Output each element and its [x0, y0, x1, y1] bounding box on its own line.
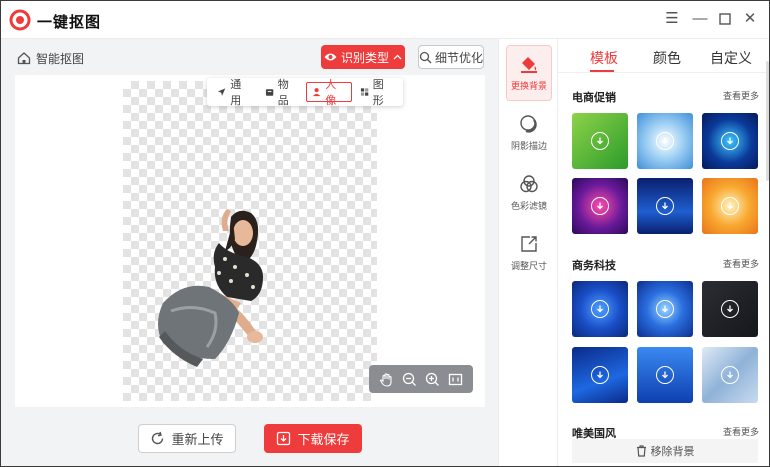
template-thumb[interactable] — [702, 178, 758, 234]
template-thumb[interactable] — [637, 347, 693, 403]
zoom-toolbar — [369, 365, 473, 393]
paint-bucket-icon — [521, 57, 537, 73]
eye-icon — [324, 53, 337, 61]
panel-tabs: 模板 颜色 自定义 — [558, 39, 769, 73]
template-thumb[interactable] — [637, 178, 693, 234]
tool-resize[interactable]: 调整尺寸 — [506, 225, 552, 281]
type-object-label: 物品 — [277, 79, 289, 107]
download-icon — [591, 132, 609, 150]
section-title-business-tech: 商务科技 — [572, 260, 616, 272]
template-thumb[interactable] — [572, 281, 628, 337]
type-general[interactable]: 通用 — [211, 79, 257, 107]
title-bar: 一键抠图 ☰ — ✕ — [1, 1, 769, 39]
fit-screen-icon[interactable] — [447, 370, 465, 388]
type-object[interactable]: 物品 — [259, 79, 305, 107]
download-icon — [721, 300, 739, 318]
home-link[interactable]: 智能抠图 — [17, 49, 84, 67]
view-more-ecommerce[interactable]: 查看更多 — [723, 89, 759, 102]
shadow-icon — [520, 115, 537, 133]
download-icon — [721, 366, 739, 384]
zoom-out-icon[interactable] — [401, 370, 419, 388]
home-link-label: 智能抠图 — [36, 51, 85, 66]
template-thumb[interactable] — [572, 113, 628, 169]
template-thumb[interactable] — [572, 347, 628, 403]
download-icon — [721, 197, 739, 215]
detail-optimize-button[interactable]: 细节优化 — [418, 45, 484, 69]
person-icon — [312, 88, 321, 97]
download-icon — [656, 366, 674, 384]
type-graphic-label: 图形 — [372, 79, 384, 107]
download-icon — [656, 132, 674, 150]
cutout-person-image — [158, 209, 263, 367]
magnifier-icon — [419, 51, 432, 63]
tool-column: 更换背景 阴影描边 色彩滤镜 调整尺寸 — [498, 39, 558, 466]
tab-color[interactable]: 颜色 — [653, 48, 681, 68]
detail-optimize-label: 细节优化 — [435, 50, 484, 65]
tool-color-filter-label: 色彩滤镜 — [510, 201, 547, 211]
download-icon — [591, 300, 609, 318]
template-panel: 模板 颜色 自定义 电商促销 查看更多 商务科技 查看更多 唯美国风 查看更多 … — [558, 39, 769, 466]
template-thumb[interactable] — [637, 113, 693, 169]
app-title: 一键抠图 — [37, 14, 102, 31]
remove-background-label: 移除背景 — [650, 446, 695, 458]
download-save-button[interactable]: 下载保存 — [264, 424, 362, 453]
tool-change-background-label: 更换背景 — [510, 81, 547, 91]
tab-custom[interactable]: 自定义 — [710, 48, 752, 68]
view-more-chinese-style[interactable]: 查看更多 — [723, 425, 759, 438]
tab-template[interactable]: 模板 — [590, 48, 618, 68]
menu-icon[interactable]: ☰ — [661, 8, 683, 30]
type-graphic[interactable]: 图形 — [354, 79, 400, 107]
tool-shadow-stroke-label: 阴影描边 — [510, 141, 547, 151]
remove-background-button[interactable]: 移除背景 — [572, 439, 758, 463]
work-area: 智能抠图 识别类型 细节优化 通用 物品 人像 图形 重新上传 下载保存 — [1, 39, 498, 466]
download-icon — [656, 197, 674, 215]
recognize-type-button[interactable]: 识别类型 — [321, 45, 405, 69]
recognize-type-label: 识别类型 — [340, 50, 389, 65]
recognize-type-bar: 通用 物品 人像 图形 — [207, 78, 403, 107]
template-thumb[interactable] — [572, 178, 628, 234]
type-portrait[interactable]: 人像 — [306, 79, 352, 107]
tool-shadow-stroke[interactable]: 阴影描边 — [506, 105, 552, 161]
app-window: 一键抠图 ☰ — ✕ 智能抠图 识别类型 细节优化 通用 物品 人像 图形 重新… — [0, 0, 770, 467]
resize-icon — [521, 236, 537, 252]
view-more-business-tech[interactable]: 查看更多 — [723, 257, 759, 270]
zoom-in-icon[interactable] — [424, 370, 442, 388]
active-tab-indicator — [590, 70, 614, 72]
template-thumb[interactable] — [702, 281, 758, 337]
minimize-icon[interactable]: — — [689, 8, 711, 30]
tool-change-background[interactable]: 更换背景 — [506, 45, 552, 101]
app-logo-icon — [9, 9, 31, 31]
reupload-button[interactable]: 重新上传 — [138, 424, 236, 453]
panel-scrollbar[interactable] — [766, 61, 769, 181]
close-icon[interactable]: ✕ — [739, 8, 761, 30]
transparent-canvas[interactable] — [123, 81, 377, 401]
home-icon — [17, 52, 31, 65]
trash-icon — [636, 445, 646, 457]
hand-pan-icon[interactable] — [378, 370, 396, 388]
download-icon — [656, 300, 674, 318]
tool-color-filter[interactable]: 色彩滤镜 — [506, 165, 552, 221]
shapes-icon — [360, 88, 368, 96]
box-icon — [265, 89, 273, 96]
download-icon — [721, 132, 739, 150]
download-save-label: 下载保存 — [297, 432, 350, 447]
template-thumb[interactable] — [702, 113, 758, 169]
download-icon — [591, 366, 609, 384]
navigation-arrow-icon — [217, 88, 226, 96]
type-portrait-label: 人像 — [325, 79, 337, 107]
template-thumb[interactable] — [702, 347, 758, 403]
chevron-up-icon — [393, 54, 402, 60]
download-icon — [277, 431, 291, 446]
download-icon — [591, 197, 609, 215]
section-title-ecommerce: 电商促销 — [572, 92, 616, 104]
color-filter-icon — [520, 175, 538, 193]
type-general-label: 通用 — [230, 79, 242, 107]
reupload-label: 重新上传 — [171, 432, 224, 447]
template-thumb[interactable] — [637, 281, 693, 337]
refresh-icon — [152, 431, 164, 445]
tool-resize-label: 调整尺寸 — [510, 261, 547, 271]
maximize-icon[interactable] — [714, 8, 736, 30]
canvas-card: 通用 物品 人像 图形 — [15, 75, 485, 407]
